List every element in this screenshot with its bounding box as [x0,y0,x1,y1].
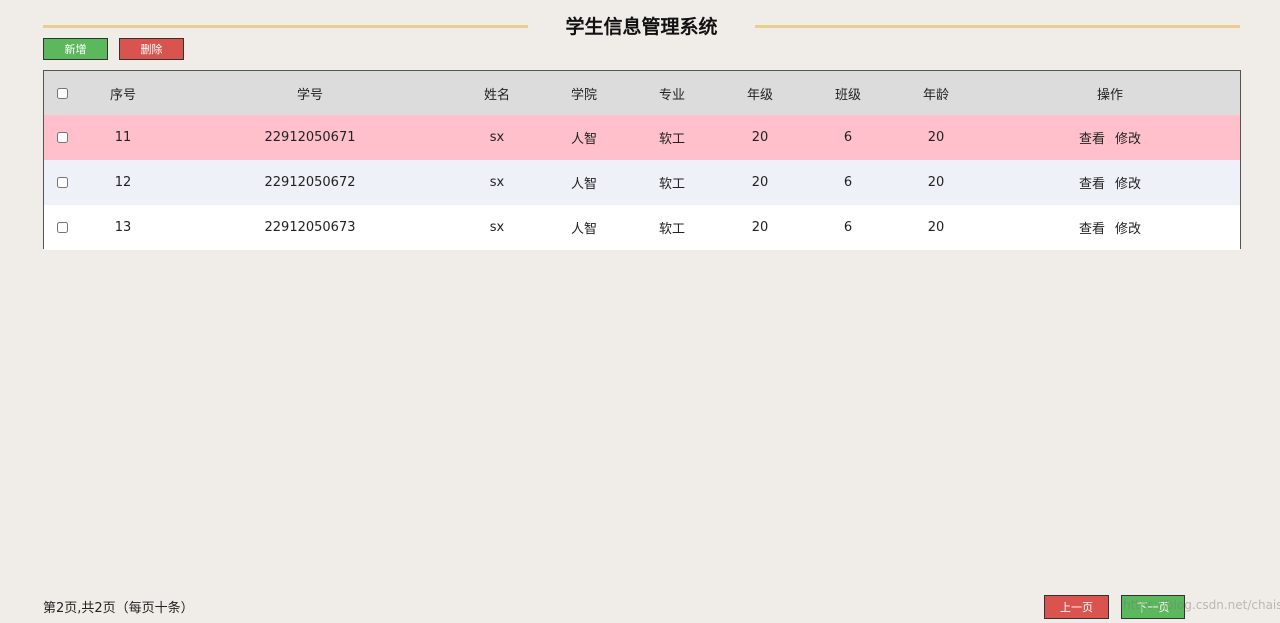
row-checkbox[interactable] [56,132,68,143]
page-title: 学生信息管理系统 [565,16,718,38]
column-header-college: 学院 [570,87,597,103]
cell-student-no: 22912050672 [264,175,356,190]
column-header-major: 专业 [658,87,685,103]
student-table: 序号 学号 姓名 学院 专业 年级 班级 年龄 操作 11 2291205067… [43,70,1241,250]
edit-link[interactable]: 修改 [1115,218,1141,237]
cell-name: sx [489,220,505,235]
cell-id: 11 [114,130,132,145]
next-page-button[interactable]: 下一页 [1121,595,1185,619]
cell-college: 人智 [570,132,597,147]
cell-student-no: 22912050673 [264,220,356,235]
cell-age: 20 [927,175,945,190]
table-row: 12 22912050672 sx 人智 软工 20 6 20 查看 修改 [44,160,1240,205]
cell-class: 6 [843,220,853,235]
view-link[interactable]: 查看 [1079,173,1105,192]
cell-major: 软工 [658,132,685,147]
cell-college: 人智 [570,177,597,192]
column-header-name: 姓名 [483,87,510,103]
cell-actions: 查看 修改 [980,115,1240,160]
column-header-student-no: 学号 [296,87,323,103]
prev-page-button[interactable]: 上一页 [1044,595,1109,619]
column-header-class: 班级 [834,87,861,103]
cell-name: sx [489,175,505,190]
select-all-checkbox[interactable] [56,87,68,99]
cell-major: 软工 [658,177,685,192]
header-divider-right [755,25,1240,28]
cell-major: 软工 [658,222,685,237]
table-row: 13 22912050673 sx 人智 软工 20 6 20 查看 修改 [44,205,1240,250]
row-checkbox-cell [44,160,80,205]
cell-actions: 查看 修改 [980,205,1240,250]
pagination-info: 第2页,共2页（每页十条） [43,601,194,616]
cell-college: 人智 [570,222,597,237]
column-header-age: 年龄 [922,87,949,103]
table-row: 11 22912050671 sx 人智 软工 20 6 20 查看 修改 [44,115,1240,160]
cell-actions: 查看 修改 [980,160,1240,205]
cell-id: 13 [114,220,132,235]
row-checkbox-cell [44,115,80,160]
edit-link[interactable]: 修改 [1115,173,1141,192]
cell-age: 20 [927,220,945,235]
column-header-id: 序号 [109,87,136,103]
cell-class: 6 [843,175,853,190]
edit-link[interactable]: 修改 [1115,128,1141,147]
cell-grade: 20 [751,175,769,190]
column-header-actions: 操作 [1096,87,1123,103]
delete-button[interactable]: 删除 [119,38,184,60]
cell-id: 12 [114,175,132,190]
select-all-cell [44,71,80,115]
header-divider-left [43,25,528,28]
table-header-row: 序号 学号 姓名 学院 专业 年级 班级 年龄 操作 [44,71,1240,115]
column-header-grade: 年级 [746,87,773,103]
cell-grade: 20 [751,130,769,145]
page-header: 学生信息管理系统 [43,10,1240,42]
cell-age: 20 [927,130,945,145]
cell-class: 6 [843,130,853,145]
view-link[interactable]: 查看 [1079,128,1105,147]
row-checkbox[interactable] [56,222,68,233]
view-link[interactable]: 查看 [1079,218,1105,237]
cell-student-no: 22912050671 [264,130,356,145]
cell-grade: 20 [751,220,769,235]
cell-name: sx [489,130,505,145]
row-checkbox-cell [44,205,80,250]
row-checkbox[interactable] [56,177,68,188]
add-button[interactable]: 新增 [43,38,108,60]
